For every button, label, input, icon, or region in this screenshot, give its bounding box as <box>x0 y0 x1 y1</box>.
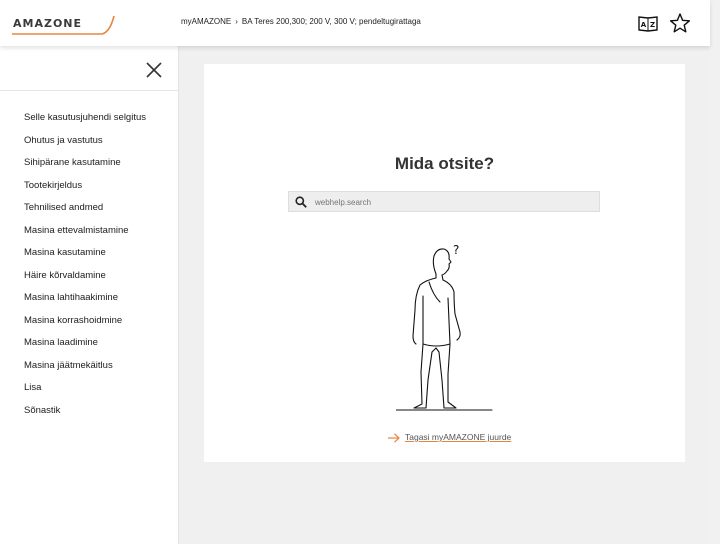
svg-text:A: A <box>641 21 647 29</box>
star-icon[interactable] <box>669 12 691 34</box>
sidebar-item-tehnilised-andmed[interactable]: Tehnilised andmed <box>24 202 146 225</box>
sidebar-item-lahtihaakimine[interactable]: Masina lahtihaakimine <box>24 292 146 315</box>
search-input[interactable] <box>313 194 597 211</box>
question-mark: ? <box>453 243 459 257</box>
sidebar-item-sihiparane-kasutamine[interactable]: Sihipärane kasutamine <box>24 157 146 180</box>
breadcrumb-current: BA Teres 200,300; 200 V, 300 V; pendeltu… <box>241 17 421 26</box>
sidebar-nav: Selle kasutusjuhendi selgitus Ohutus ja … <box>24 112 146 427</box>
arrow-right-icon <box>388 433 400 443</box>
sidebar-item-sonastik[interactable]: Sõnastik <box>24 405 146 428</box>
page-scrollbar[interactable] <box>709 0 720 544</box>
thinking-person-illustration: ? <box>396 243 493 411</box>
sidebar-item-haire-korvaldamine[interactable]: Häire kõrvaldamine <box>24 270 146 293</box>
close-icon[interactable] <box>145 61 163 79</box>
back-to-myamazone-link[interactable]: Tagasi myAMAZONE juurde <box>388 432 511 443</box>
sidebar-item-tootekirjeldus[interactable]: Tootekirjeldus <box>24 180 146 203</box>
logo-text: AMAZONE <box>13 17 83 30</box>
top-bar: AMAZONE myAMAZONE › BA Teres 200,300; 200 … <box>0 0 710 46</box>
dictionary-icon[interactable]: A Z <box>637 12 659 34</box>
sidebar-item-ohutus[interactable]: Ohutus ja vastutus <box>24 135 146 158</box>
sidebar-item-korrashoidmine[interactable]: Masina korrashoidmine <box>24 315 146 338</box>
sidebar-item-kasutamine[interactable]: Masina kasutamine <box>24 247 146 270</box>
back-link-label: Tagasi myAMAZONE juurde <box>405 432 512 442</box>
breadcrumb: myAMAZONE › BA Teres 200,300; 200 V, 300 V… <box>181 17 421 26</box>
sidebar-item-selgitus[interactable]: Selle kasutusjuhendi selgitus <box>24 112 146 135</box>
sidebar-item-ettevalmistamine[interactable]: Masina ettevalmistamine <box>24 225 146 248</box>
sidebar-item-jaatmekaitlus[interactable]: Masina jäätmekäitlus <box>24 360 146 383</box>
sidebar-header <box>0 46 178 91</box>
svg-text:Z: Z <box>650 21 655 29</box>
breadcrumb-home-link[interactable]: myAMAZONE <box>181 17 231 26</box>
search-box[interactable] <box>288 191 600 212</box>
amazone-logo[interactable]: AMAZONE <box>10 12 116 38</box>
main-content: Mida otsite? ? <box>179 46 710 544</box>
sidebar-item-laadimine[interactable]: Masina laadimine <box>24 337 146 360</box>
search-card: Mida otsite? ? <box>204 64 685 462</box>
breadcrumb-separator: › <box>235 17 238 26</box>
page-title: Mida otsite? <box>394 154 495 173</box>
sidebar-item-lisa[interactable]: Lisa <box>24 382 146 405</box>
sidebar: Selle kasutusjuhendi selgitus Ohutus ja … <box>0 46 179 544</box>
search-icon <box>295 196 307 208</box>
